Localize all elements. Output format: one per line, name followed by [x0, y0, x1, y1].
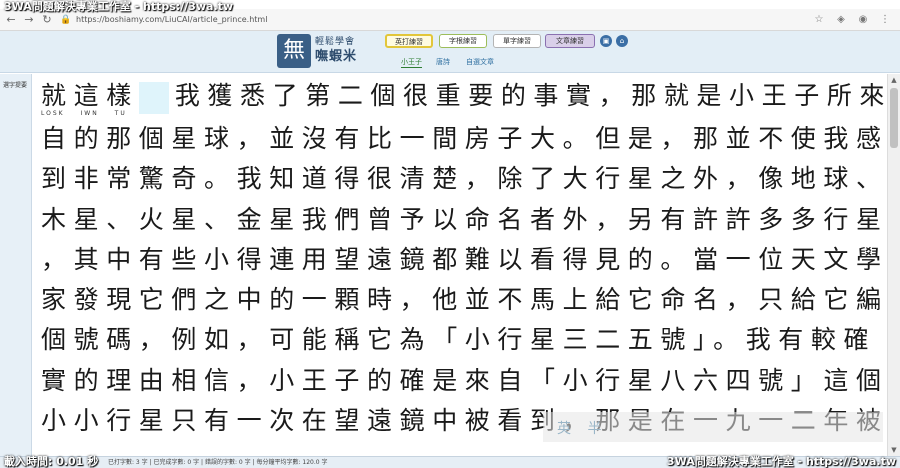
side-panel: 選字提要: [0, 74, 32, 468]
scrollbar[interactable]: ▲ ▼: [887, 74, 900, 456]
romanization-code: IWN: [80, 110, 99, 117]
bookmark-star-icon[interactable]: ☆: [812, 13, 826, 27]
subtab-custom-article[interactable]: 自選文章: [466, 57, 494, 67]
logo-text: 輕鬆學會 嘸蝦米: [315, 35, 375, 65]
typing-cursor: [138, 81, 169, 114]
scroll-thumb[interactable]: [890, 88, 898, 148]
reload-icon[interactable]: ↻: [40, 13, 54, 27]
article-line: 實的理由相信，小王子的確是來自「小行星八六四號」這個: [41, 366, 887, 395]
watermark-top: 3WA問題解決專業工作室 - https://3wa.tw: [4, 0, 234, 13]
tab-word-practice[interactable]: 單字練習: [493, 34, 541, 48]
article-line: 個號碼，例如，可能稱它為「小行星三二五號」。我有較確: [41, 325, 877, 354]
typed-text: 就這樣: [41, 81, 139, 110]
article-text: 我獲悉了第二個很重要的事實，那就是小王子所來: [174, 81, 887, 110]
article-line: 木星、火星、金星我們曾予以命名者外，另有許許多多行星: [41, 205, 887, 234]
logo[interactable]: 無: [277, 34, 311, 68]
site-header: 無 輕鬆學會 嘸蝦米 英打練習 字根練習 單字練習 文章練習 ▣ ⌂ 小王子 唐…: [0, 31, 900, 73]
logo-tagline: 輕鬆學會: [315, 37, 356, 47]
article-line: 自的那個星球，並沒有比一間房子大。但是，那並不使我感: [41, 124, 887, 153]
article-line: ，其中有些小得連用望遠鏡都難以看得見的。當一位天文學: [41, 245, 887, 274]
article-line: 家發現它們之中的一顆時，他並不馬上給它命名，只給它編: [41, 285, 887, 314]
menu-icon[interactable]: ⋮: [878, 13, 892, 27]
forward-arrow-icon[interactable]: →: [22, 13, 36, 27]
romanization-code: TU: [114, 110, 127, 117]
logo-name: 嘸蝦米: [315, 49, 358, 64]
extension-icon[interactable]: ◉: [856, 13, 870, 27]
copy-icon[interactable]: ▣: [600, 35, 612, 47]
typing-stats: 已打字數: 3 字 | 已完成字數: 0 字 | 錯誤的字數: 0 字 | 每分…: [108, 459, 328, 466]
subtab-little-prince[interactable]: 小王子: [401, 57, 422, 68]
home-icon[interactable]: ⌂: [616, 35, 628, 47]
watermark-bottom-right: 3WA問題解決專業工作室 - https://3wa.tw: [666, 455, 896, 468]
watermark-bottom-left: 載入時間: 0.01 秒: [4, 455, 99, 468]
lock-icon: 🔒: [60, 14, 72, 25]
back-arrow-icon[interactable]: ←: [4, 13, 18, 27]
tab-article-practice[interactable]: 文章練習: [545, 34, 595, 48]
scroll-up-arrow-icon[interactable]: ▲: [888, 74, 900, 86]
url-field[interactable]: https://boshiamy.com/LiuCAI/article_prin…: [76, 15, 812, 24]
typing-input-panel[interactable]: 英 半 ⚙: [543, 412, 883, 442]
side-panel-label: 選字提要: [3, 82, 28, 89]
article-reading-area[interactable]: 就這樣 我獲悉了第二個很重要的事實，那就是小王子所來 LOSK IWN TU 自的…: [33, 74, 887, 456]
romanization-hints: LOSK IWN TU: [41, 110, 139, 117]
subtab-tang-poems[interactable]: 唐詩: [436, 57, 450, 67]
article-line: 就這樣 我獲悉了第二個很重要的事實，那就是小王子所來: [41, 76, 887, 116]
input-mode-label: 英 半: [557, 421, 608, 437]
tab-english-typing[interactable]: 英打練習: [385, 34, 433, 48]
typing-hint: ⚙: [865, 420, 871, 427]
tab-radical-practice[interactable]: 字根練習: [439, 34, 487, 48]
shield-icon[interactable]: ◈: [834, 13, 848, 27]
romanization-code: LOSK: [41, 110, 65, 117]
article-line: 到非常驚奇。我知道得很清楚，除了大行星之外，像地球、: [41, 164, 887, 193]
